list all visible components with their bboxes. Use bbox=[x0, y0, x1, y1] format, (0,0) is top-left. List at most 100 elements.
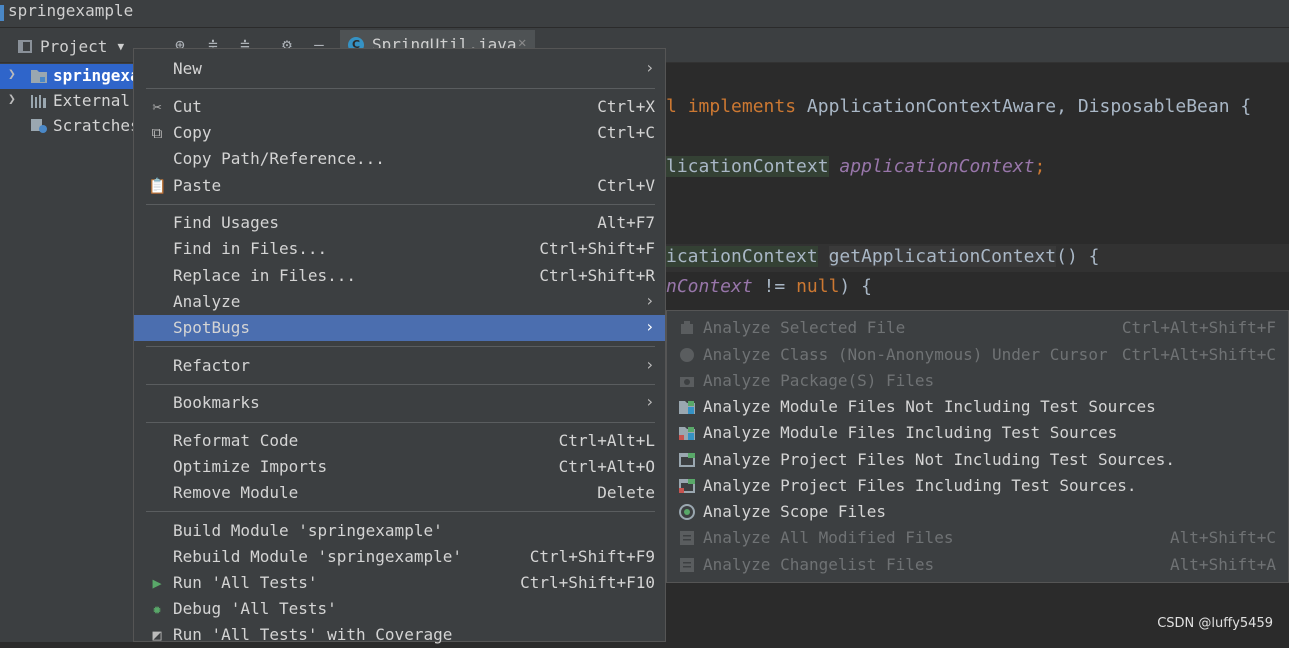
submenu-item-shortcut: Ctrl+Alt+Shift+F bbox=[1121, 318, 1276, 337]
tree-item-label: springexa bbox=[53, 66, 140, 85]
scope-icon bbox=[679, 504, 695, 520]
menu-item-find-usages[interactable]: Find Usages Alt+F7 bbox=[134, 210, 665, 236]
project-tree: ❯ springexa ❯ External Scratches bbox=[0, 63, 140, 642]
submenu-item-analyze-modified-files[interactable]: Analyze All Modified Files Alt+Shift+C bbox=[667, 525, 1288, 551]
watermark: CSDN @luffy5459 bbox=[1157, 616, 1273, 631]
submenu-item-label: Analyze Project Files Including Test Sou… bbox=[703, 476, 1137, 495]
context-menu: New › ✂ Cut Ctrl+X ⧉ Copy Ctrl+C Copy Pa… bbox=[133, 48, 666, 644]
menu-item-replace-in-files[interactable]: Replace in Files... Ctrl+Shift+R bbox=[134, 263, 665, 289]
changelist-icon bbox=[680, 558, 694, 572]
menu-item-paste[interactable]: 📋 Paste Ctrl+V bbox=[134, 173, 665, 199]
menu-item-shortcut: Ctrl+Shift+F9 bbox=[529, 547, 655, 566]
chevron-right-icon: › bbox=[646, 58, 653, 77]
submenu-item-analyze-selected-file[interactable]: Analyze Selected File Ctrl+Alt+Shift+F bbox=[667, 315, 1288, 341]
code-line-field: licationContext applicationContext; bbox=[666, 156, 1045, 178]
menu-item-shortcut: Alt+F7 bbox=[597, 213, 655, 232]
project-view-selector[interactable]: Project ▼ bbox=[18, 36, 124, 56]
analyze-package-icon bbox=[680, 377, 694, 387]
menu-item-remove-module[interactable]: Remove Module Delete bbox=[134, 480, 665, 506]
menu-item-label: Run 'All Tests' with Coverage bbox=[173, 625, 453, 644]
code-field: nContext bbox=[666, 276, 753, 297]
code-keyword: implements bbox=[687, 96, 797, 117]
code-method: getApplicationContext bbox=[828, 246, 1057, 267]
chevron-right-icon: › bbox=[646, 317, 653, 336]
submenu-item-analyze-project-tests[interactable]: Analyze Project Files Including Test Sou… bbox=[667, 473, 1288, 499]
submenu-item-label: Analyze Module Files Including Test Sour… bbox=[703, 423, 1118, 442]
menu-item-run-with-coverage[interactable]: ◩ Run 'All Tests' with Coverage bbox=[134, 622, 665, 648]
menu-item-spotbugs[interactable]: SpotBugs › bbox=[134, 315, 665, 341]
menu-separator bbox=[146, 346, 655, 347]
menu-item-shortcut: Ctrl+Alt+L bbox=[558, 431, 655, 450]
menu-item-new[interactable]: New › bbox=[134, 56, 665, 82]
submenu-item-label: Analyze All Modified Files bbox=[703, 528, 954, 547]
menu-item-copy-path[interactable]: Copy Path/Reference... bbox=[134, 146, 665, 172]
tree-item-external-libraries[interactable]: ❯ External bbox=[0, 89, 133, 114]
menu-item-reformat-code[interactable]: Reformat Code Ctrl+Alt+L bbox=[134, 428, 665, 454]
coverage-icon: ◩ bbox=[152, 626, 162, 644]
menu-item-cut[interactable]: ✂ Cut Ctrl+X bbox=[134, 94, 665, 120]
menu-item-run-tests[interactable]: ▶ Run 'All Tests' Ctrl+Shift+F10 bbox=[134, 570, 665, 596]
code-line-null-check: nContext != null) { bbox=[666, 276, 872, 298]
project-label: Project bbox=[40, 36, 108, 56]
menu-item-label: Copy Path/Reference... bbox=[173, 149, 385, 168]
clipboard-icon: 📋 bbox=[148, 177, 167, 195]
menu-item-label: Refactor bbox=[173, 356, 251, 375]
menu-item-label: Paste bbox=[173, 176, 222, 195]
menu-item-label: Copy bbox=[173, 123, 212, 142]
submenu-item-analyze-changelist-files[interactable]: Analyze Changelist Files Alt+Shift+A bbox=[667, 552, 1288, 578]
tree-item-scratches[interactable]: Scratches bbox=[0, 114, 140, 139]
code-line-class-declaration: l implements ApplicationContextAware, Di… bbox=[666, 96, 1251, 118]
window-title: springexample bbox=[8, 1, 134, 20]
menu-separator bbox=[146, 422, 655, 423]
tree-item-label: External bbox=[53, 91, 131, 110]
analyze-file-icon bbox=[681, 321, 693, 334]
submenu-item-analyze-class[interactable]: Analyze Class (Non-Anonymous) Under Curs… bbox=[667, 342, 1288, 368]
menu-item-label: New bbox=[173, 59, 202, 78]
module-folder-icon bbox=[31, 70, 47, 83]
submenu-item-shortcut: Ctrl+Alt+Shift+C bbox=[1121, 345, 1276, 364]
chevron-right-icon[interactable]: ❯ bbox=[8, 67, 16, 82]
code-rest: ) { bbox=[839, 276, 872, 297]
code-operator: != bbox=[752, 276, 797, 297]
menu-separator bbox=[146, 384, 655, 385]
analyze-project-tests-icon bbox=[679, 479, 695, 493]
menu-item-analyze[interactable]: Analyze › bbox=[134, 289, 665, 315]
code-keyword: l bbox=[666, 96, 688, 117]
menu-item-rebuild-module[interactable]: Rebuild Module 'springexample' Ctrl+Shif… bbox=[134, 544, 665, 570]
menu-item-debug-tests[interactable]: ✹ Debug 'All Tests' bbox=[134, 596, 665, 622]
chevron-right-icon[interactable]: ❯ bbox=[8, 92, 16, 107]
menu-item-refactor[interactable]: Refactor › bbox=[134, 353, 665, 379]
title-bar: springexample bbox=[0, 0, 1289, 28]
chevron-right-icon: › bbox=[646, 355, 653, 374]
menu-item-copy[interactable]: ⧉ Copy Ctrl+C bbox=[134, 120, 665, 146]
menu-item-optimize-imports[interactable]: Optimize Imports Ctrl+Alt+O bbox=[134, 454, 665, 480]
submenu-item-label: Analyze Changelist Files bbox=[703, 555, 935, 574]
menu-item-find-in-files[interactable]: Find in Files... Ctrl+Shift+F bbox=[134, 236, 665, 262]
chevron-right-icon: › bbox=[646, 392, 653, 411]
project-icon bbox=[18, 39, 32, 53]
menu-item-label: Rebuild Module 'springexample' bbox=[173, 547, 462, 566]
submenu-item-analyze-project-no-tests[interactable]: Analyze Project Files Not Including Test… bbox=[667, 447, 1288, 473]
menu-item-bookmarks[interactable]: Bookmarks › bbox=[134, 390, 665, 416]
libraries-icon bbox=[31, 95, 46, 108]
submenu-item-analyze-module-no-tests[interactable]: Analyze Module Files Not Including Test … bbox=[667, 394, 1288, 420]
menu-item-label: Find Usages bbox=[173, 213, 279, 232]
submenu-item-analyze-module-tests[interactable]: Analyze Module Files Including Test Sour… bbox=[667, 420, 1288, 446]
analyze-module-tests-icon bbox=[679, 427, 695, 440]
menu-separator bbox=[146, 511, 655, 512]
menu-item-label: Debug 'All Tests' bbox=[173, 599, 337, 618]
menu-item-label: Replace in Files... bbox=[173, 266, 357, 285]
menu-item-build-module[interactable]: Build Module 'springexample' bbox=[134, 518, 665, 544]
code-rest: () { bbox=[1056, 246, 1100, 267]
code-line-method: icationContext getApplicationContext() { bbox=[666, 246, 1100, 268]
analyze-module-icon bbox=[679, 401, 695, 414]
submenu-item-analyze-scope-files[interactable]: Analyze Scope Files bbox=[667, 499, 1288, 525]
submenu-item-label: Analyze Scope Files bbox=[703, 502, 887, 521]
app-icon bbox=[0, 5, 4, 21]
menu-item-label: Bookmarks bbox=[173, 393, 260, 412]
submenu-item-label: Analyze Class (Non-Anonymous) Under Curs… bbox=[703, 345, 1108, 364]
menu-item-shortcut: Ctrl+Shift+R bbox=[539, 266, 655, 285]
code-type: licationContext bbox=[666, 156, 829, 177]
submenu-item-analyze-package-files[interactable]: Analyze Package(S) Files bbox=[667, 368, 1288, 394]
tree-item-springexample[interactable]: ❯ springexa bbox=[0, 64, 140, 89]
